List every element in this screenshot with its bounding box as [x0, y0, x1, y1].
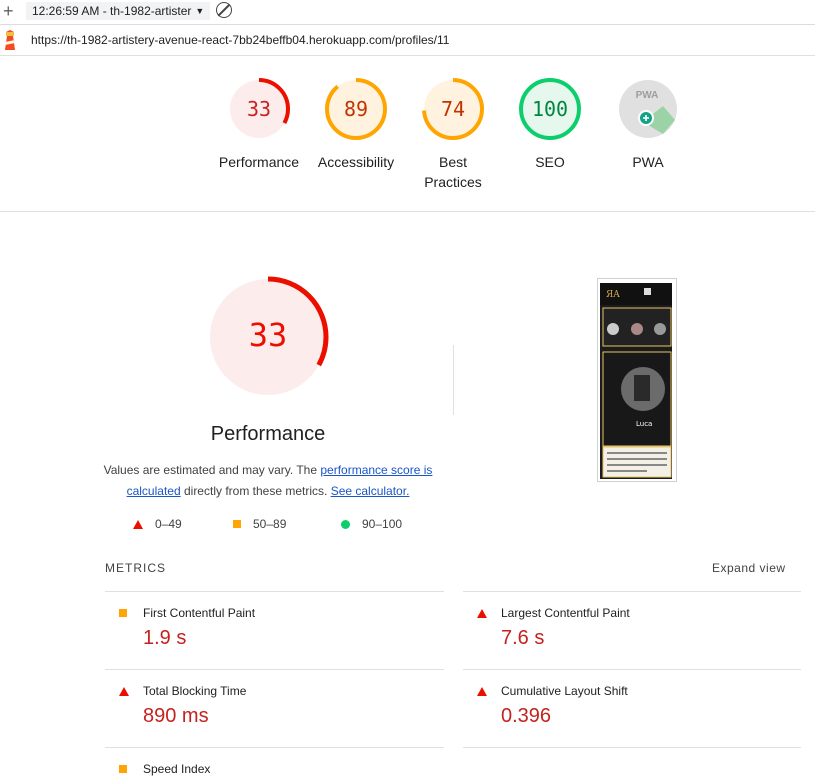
legend-range: 0–49 — [155, 517, 182, 531]
metric-divider — [463, 591, 801, 592]
gauge-ring: 33 — [228, 78, 290, 140]
legend-item: 50–89 — [233, 517, 286, 531]
triangle-icon — [477, 609, 487, 618]
legend-item: 0–49 — [133, 517, 182, 531]
performance-large-gauge: 33 — [207, 276, 329, 398]
metric-value: 0.396 — [501, 705, 552, 727]
gauge-performance[interactable]: 33 Performance — [209, 76, 309, 172]
gauge-score: 100 — [532, 97, 568, 121]
legend-range: 50–89 — [253, 517, 287, 531]
circle-icon — [341, 519, 350, 529]
gauge-seo[interactable]: 100 SEO — [500, 76, 600, 172]
metric-value: 890 ms — [143, 705, 209, 727]
metrics-heading: METRICS — [105, 561, 166, 575]
page-url[interactable]: https://th-1982-artistery-avenue-react-7… — [31, 33, 449, 47]
triangle-icon — [477, 687, 487, 696]
gauge-label: Accessibility — [317, 154, 395, 170]
performance-title: Performance — [210, 423, 326, 445]
gauge-label: PWA — [632, 154, 664, 170]
square-icon — [233, 520, 241, 528]
gauge-score: 33 — [247, 97, 271, 121]
performance-description: Values are estimated and may vary. The p… — [100, 460, 436, 502]
metric-divider — [463, 747, 801, 748]
final-screenshot[interactable]: ЯA Luca — [597, 278, 677, 482]
expand-view-toggle[interactable]: Expand view — [712, 561, 786, 575]
metric-divider — [105, 591, 444, 592]
gauge-score: PWA — [636, 90, 659, 101]
gauge-accessibility[interactable]: 89 Accessibility — [306, 76, 406, 172]
metric-divider — [463, 669, 801, 670]
gauge-score: 74 — [441, 97, 465, 121]
gauge-label: Performance — [218, 154, 300, 170]
gauge-ring: 89 — [325, 78, 387, 140]
legend-item: 90–100 — [341, 517, 402, 531]
gauge-label: Best Practices — [424, 154, 482, 190]
metric-value: 1.9 s — [143, 627, 187, 649]
description-prefix: Values are estimated and may vary. The — [103, 463, 321, 477]
new-tab-icon[interactable]: + — [3, 1, 14, 21]
divider — [0, 211, 815, 212]
metric-title: First Contentful Paint — [143, 606, 256, 620]
thumbnail-name: Luca — [636, 420, 652, 428]
lighthouse-logo-icon — [5, 30, 15, 50]
square-icon — [119, 609, 127, 617]
metric-title: Largest Contentful Paint — [501, 606, 630, 620]
metric-value: 7.6 s — [501, 627, 545, 649]
caret-down-icon: ▼ — [195, 6, 205, 16]
clear-icon[interactable] — [216, 2, 232, 18]
metric-title: Cumulative Layout Shift — [501, 684, 628, 698]
gauge-pwa[interactable]: PWA PWA — [598, 76, 698, 172]
metric-title: Total Blocking Time — [143, 684, 247, 698]
metric-title: Speed Index — [143, 762, 211, 776]
triangle-icon — [119, 687, 129, 696]
legend-range: 90–100 — [362, 517, 403, 531]
metric-divider — [105, 669, 444, 670]
gauge-ring: PWA — [619, 80, 677, 138]
gauge-score: 89 — [344, 97, 368, 121]
description-middle: directly from these metrics. — [180, 484, 331, 498]
report-selector-label: 12:26:59 AM - th-1982-artister — [32, 4, 192, 18]
gauge-ring: 100 — [519, 78, 581, 140]
see-calculator-link[interactable]: See calculator. — [331, 484, 410, 498]
vertical-divider — [453, 345, 454, 415]
gauge-best-practices[interactable]: 74 Best Practices — [403, 76, 503, 192]
svg-text:ЯA: ЯA — [606, 290, 620, 300]
square-icon — [119, 765, 127, 773]
metric-divider — [105, 747, 444, 748]
gauge-label: SEO — [535, 154, 565, 170]
screenshot-image: ЯA Luca — [598, 279, 676, 481]
report-selector[interactable]: 12:26:59 AM - th-1982-artister ▼ — [26, 2, 211, 20]
performance-large-score: 33 — [249, 316, 288, 354]
triangle-icon — [133, 519, 143, 529]
gauge-ring: 74 — [422, 78, 484, 140]
